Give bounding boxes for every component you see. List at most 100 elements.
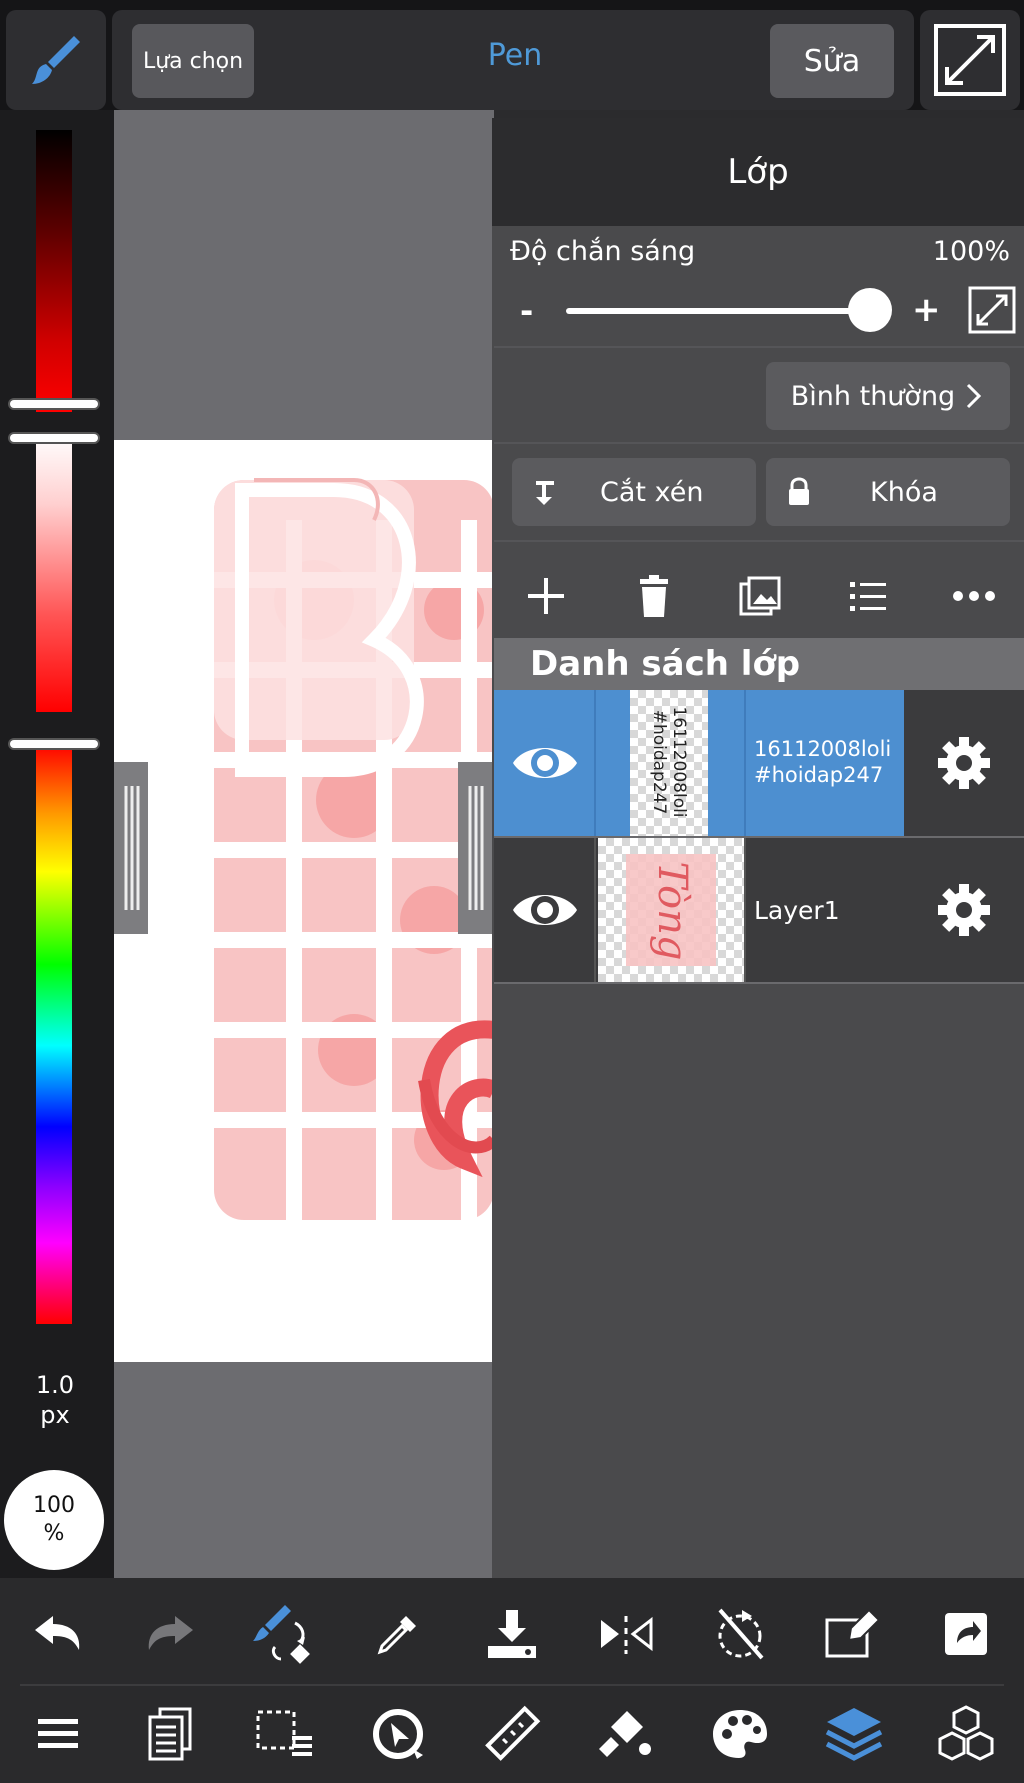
divider — [20, 1684, 1004, 1686]
ruler-icon — [485, 1705, 541, 1761]
export-button[interactable] — [926, 1594, 1006, 1674]
divider — [494, 442, 1024, 444]
blend-mode-label: Bình thường — [790, 380, 956, 412]
expand-layer-button[interactable] — [968, 286, 1016, 334]
menu-button[interactable] — [18, 1694, 98, 1774]
layers-button[interactable] — [814, 1694, 894, 1774]
palette-button[interactable] — [700, 1694, 780, 1774]
gear-icon — [938, 884, 990, 936]
undo-button[interactable] — [18, 1594, 98, 1674]
image-icon — [739, 576, 781, 616]
brightness-bar[interactable] — [36, 130, 72, 412]
divider — [744, 690, 746, 836]
visibility-toggle[interactable] — [500, 690, 590, 836]
layer-name: Layer1 — [754, 896, 840, 925]
divider — [594, 690, 596, 836]
rotate-off-icon — [718, 1608, 764, 1660]
materials-button[interactable] — [926, 1694, 1006, 1774]
hue-bar[interactable] — [36, 744, 72, 1324]
opacity-label: Độ chắn sáng — [510, 236, 696, 267]
divider — [744, 838, 746, 982]
materials-icon — [938, 1705, 994, 1761]
trash-icon — [640, 575, 668, 617]
edit-button[interactable]: Sửa — [770, 24, 894, 98]
eyedropper-icon — [377, 1616, 416, 1655]
canvas-artwork[interactable] — [114, 440, 494, 1362]
eye-icon — [513, 748, 577, 778]
layers-icon — [825, 1708, 883, 1761]
pages-button[interactable] — [130, 1694, 210, 1774]
eye-icon — [513, 895, 577, 925]
layer-settings-button[interactable] — [904, 690, 1024, 836]
layer-list-button[interactable] — [838, 566, 898, 626]
redo-button[interactable] — [130, 1594, 210, 1674]
brush-opacity-button[interactable]: 100 % — [4, 1470, 104, 1570]
opacity-plus-button[interactable]: + — [912, 290, 941, 330]
opacity-slider-knob[interactable] — [848, 288, 892, 332]
divider — [494, 540, 1024, 542]
brush-swap-icon — [253, 1605, 310, 1664]
fill-button[interactable] — [586, 1694, 666, 1774]
layer-thumbnail: 16112008loli #hoidap247 — [630, 690, 708, 836]
palette-icon — [713, 1710, 767, 1758]
menu-icon — [38, 1719, 78, 1748]
layer-settings-button[interactable] — [904, 838, 1024, 982]
selection-icon — [256, 1710, 312, 1756]
brush-icon — [32, 36, 80, 84]
clip-arrow-icon — [536, 481, 554, 505]
flip-icon — [601, 1616, 653, 1654]
lock-label: Khóa — [870, 476, 938, 508]
chevron-right-icon — [967, 383, 982, 409]
gear-icon — [938, 737, 990, 789]
layer-image-button[interactable] — [730, 566, 790, 626]
add-layer-button[interactable] — [516, 566, 576, 626]
opacity-minus-button[interactable]: - — [520, 292, 533, 330]
layer-list-title: Danh sách lớp — [494, 638, 1024, 690]
layer-row-selected[interactable]: 16112008loli #hoidap247 16112008loli #ho… — [494, 690, 1024, 836]
rotate-lock-button[interactable] — [700, 1594, 780, 1674]
delete-layer-button[interactable] — [624, 566, 684, 626]
list-icon — [850, 582, 886, 611]
layer-row[interactable]: Tòng Layer1 — [494, 838, 1024, 984]
saturation-handle[interactable] — [10, 434, 98, 442]
undo-icon — [35, 1616, 80, 1650]
transform-button[interactable] — [358, 1694, 438, 1774]
more-options-button[interactable] — [944, 566, 1004, 626]
brush-size-value[interactable]: 1.0 — [0, 1370, 110, 1400]
lock-button[interactable]: Khóa — [766, 458, 1010, 526]
opacity-value: 100% — [932, 236, 1010, 267]
clip-button[interactable]: Cắt xén — [512, 458, 756, 526]
more-icon — [953, 591, 995, 601]
select-button[interactable]: Lựa chọn — [132, 24, 254, 98]
fill-icon — [599, 1711, 651, 1757]
visibility-toggle[interactable] — [500, 838, 590, 982]
divider — [494, 982, 1024, 984]
brush-size-unit: px — [40, 1401, 70, 1429]
brush-tool-button[interactable] — [6, 10, 106, 110]
fullscreen-button[interactable] — [920, 10, 1020, 110]
saturation-bar[interactable] — [36, 434, 72, 712]
opacity-slider[interactable] — [566, 288, 892, 332]
brush-swap-button[interactable] — [244, 1594, 324, 1674]
canvas-left-scroll-handle[interactable] — [114, 762, 148, 934]
tool-title[interactable]: Pen — [420, 38, 610, 73]
blend-mode-button[interactable]: Bình thường — [766, 362, 1010, 430]
layer-thumbnail: Tòng — [598, 838, 744, 982]
canvas-right-scroll-handle[interactable] — [458, 762, 492, 934]
eyedropper-button[interactable] — [358, 1594, 438, 1674]
redo-icon — [148, 1616, 193, 1650]
export-icon — [945, 1613, 987, 1655]
hue-handle[interactable] — [10, 740, 98, 748]
flip-button[interactable] — [586, 1594, 666, 1674]
layer-panel-title: Lớp — [492, 118, 1024, 226]
selection-button[interactable] — [244, 1694, 324, 1774]
brightness-handle[interactable] — [10, 400, 98, 408]
layer-name: 16112008loli #hoidap247 — [754, 737, 892, 787]
edit-icon — [825, 1608, 881, 1658]
brush-opacity-unit: % — [43, 1521, 65, 1546]
save-button[interactable] — [472, 1594, 552, 1674]
save-icon — [488, 1610, 536, 1658]
ruler-button[interactable] — [472, 1694, 552, 1774]
edit-canvas-button[interactable] — [814, 1594, 894, 1674]
brush-opacity-value: 100 — [33, 1493, 75, 1518]
